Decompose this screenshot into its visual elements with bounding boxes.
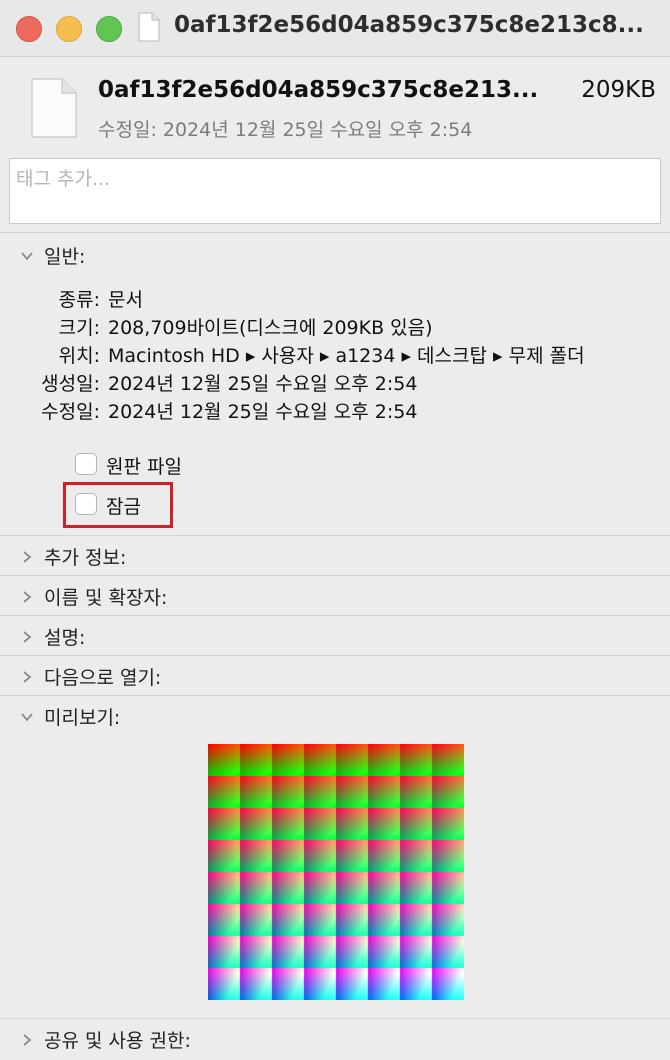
highlight-box: [63, 482, 173, 528]
kind-value: 문서: [108, 289, 143, 311]
close-button[interactable]: [16, 16, 42, 42]
window-title: 0af13f2e56d04a859c375c8e213c8...: [174, 12, 644, 38]
chevron-right-icon: [23, 591, 32, 603]
divider: [0, 615, 670, 616]
file-document-icon: [31, 78, 77, 138]
chevron-right-icon: [23, 551, 32, 563]
section-label: 이름 및 확장자:: [44, 587, 168, 609]
divider: [0, 655, 670, 656]
preview-image: [208, 744, 464, 1000]
section-label: 일반:: [44, 246, 86, 268]
section-label: 추가 정보:: [44, 547, 127, 569]
section-label: 미리보기:: [44, 707, 121, 729]
section-more-info[interactable]: 추가 정보:: [0, 537, 670, 577]
where-value: Macintosh HD ▸ 사용자 ▸ a1234 ▸ 데스크탑 ▸ 무제 폴…: [108, 345, 585, 367]
divider: [0, 1018, 670, 1019]
created-label: 생성일:: [41, 373, 100, 395]
section-general[interactable]: 일반:: [0, 236, 670, 276]
section-comments[interactable]: 설명:: [0, 617, 670, 657]
minimize-button[interactable]: [56, 16, 82, 42]
section-label: 다음으로 열기:: [44, 667, 162, 689]
section-preview[interactable]: 미리보기:: [0, 697, 670, 737]
stationery-label: 원판 파일: [106, 456, 182, 478]
divider: [0, 232, 670, 233]
size-value: 208,709바이트(디스크에 209KB 있음): [108, 317, 433, 339]
chevron-right-icon: [23, 631, 32, 643]
size-label: 크기:: [58, 317, 100, 339]
section-label: 설명:: [44, 627, 86, 649]
file-size: 209KB: [581, 77, 656, 103]
chevron-right-icon: [23, 1034, 32, 1046]
document-icon: [138, 12, 160, 42]
file-header: 0af13f2e56d04a859c375c8e213... 209KB 수정일…: [0, 57, 670, 147]
kind-label: 종류:: [58, 289, 100, 311]
section-name-extension[interactable]: 이름 및 확장자:: [0, 577, 670, 617]
tags-placeholder: 태그 추가...: [16, 168, 111, 190]
chevron-right-icon: [23, 671, 32, 683]
divider: [0, 535, 670, 536]
modified-date: 수정일: 2024년 12월 25일 수요일 오후 2:54: [98, 119, 473, 141]
divider: [0, 575, 670, 576]
modified-value: 2024년 12월 25일 수요일 오후 2:54: [108, 401, 418, 423]
section-sharing[interactable]: 공유 및 사용 권한:: [0, 1020, 670, 1060]
section-label: 공유 및 사용 권한:: [44, 1030, 191, 1052]
divider: [0, 695, 670, 696]
chevron-down-icon: [21, 252, 33, 261]
chevron-down-icon: [21, 713, 33, 722]
created-value: 2024년 12월 25일 수요일 오후 2:54: [108, 373, 418, 395]
file-name: 0af13f2e56d04a859c375c8e213...: [98, 77, 539, 103]
tags-input[interactable]: 태그 추가...: [9, 158, 661, 224]
modified-label: 수정일:: [41, 401, 100, 423]
where-label: 위치:: [58, 345, 100, 367]
stationery-checkbox[interactable]: [75, 453, 97, 475]
zoom-button[interactable]: [96, 16, 122, 42]
title-bar: 0af13f2e56d04a859c375c8e213c8...: [0, 0, 670, 57]
section-open-with[interactable]: 다음으로 열기:: [0, 657, 670, 697]
